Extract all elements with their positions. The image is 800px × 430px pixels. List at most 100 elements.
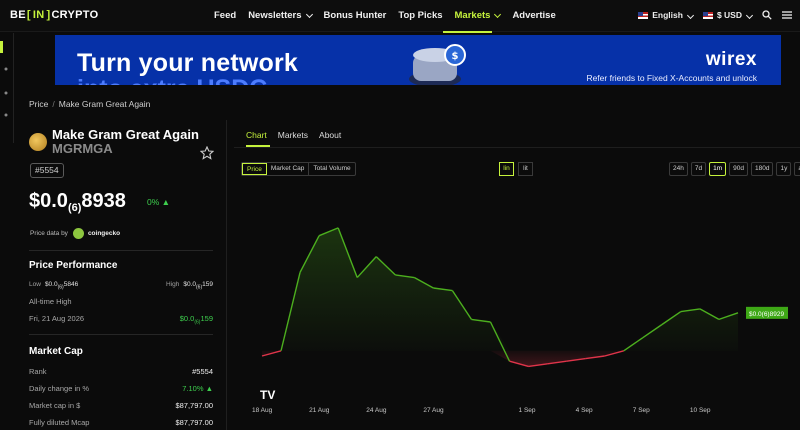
range-all[interactable]: all [794,162,800,176]
x-tick-label: 7 Sep [632,407,650,414]
tab-chart[interactable]: Chart [246,130,267,140]
range-selector: 24h 7d 1m 90d 180d 1y all [669,162,800,176]
area-fill-up [262,227,738,351]
mc-value: $87,797.00 [175,418,213,427]
tab-about[interactable]: About [319,130,341,140]
mc-label: Rank [29,367,47,376]
low-value-main: $0.0 [44,281,58,288]
page: BE [IN] CRYPTO Feed Newsletters Bonus Hu… [0,0,800,430]
breadcrumb-root[interactable]: Price [29,99,48,109]
breadcrumb-current: Make Gram Great Again [58,99,151,109]
mc-value: #5554 [192,367,213,376]
nav-bonus-hunter[interactable]: Bonus Hunter [324,10,387,21]
tool-icons[interactable] [2,63,10,123]
usdc-can-icon: $ [409,44,466,85]
high-value: $0.0(6)159 [183,281,213,290]
ad-banner[interactable]: Turn your network into extra USDC $ wire… [55,35,781,85]
nav-markets[interactable]: Markets [454,10,502,21]
price-chart[interactable]: $0.0(6)8929 [234,180,800,430]
nav-links: Feed Newsletters Bonus Hunter Top Picks … [214,10,568,21]
banner-brand: wirex [705,49,757,70]
star-icon[interactable] [200,146,214,160]
low-label: Low [29,281,41,288]
metric-total-volume[interactable]: Total Volume [309,163,354,175]
nav-advertise[interactable]: Advertise [512,10,555,21]
logo-crypto: CRYPTO [51,9,99,21]
low-value-tail: 5846 [63,281,79,288]
language-label: English [652,10,683,20]
metric-market-cap[interactable]: Market Cap [267,163,310,175]
mc-value: 7.10% ▲ [182,384,213,393]
current-price-label: $0.0(6)8929 [746,306,788,319]
ath-label: All-time High [29,297,72,306]
x-tick-label: 21 Aug [309,407,330,414]
currency-selector[interactable]: $ USD [702,10,754,20]
price-data-by-label: Price data by [30,230,68,237]
scale-toggle: lin lit [499,162,533,176]
nav-top-picks[interactable]: Top Picks [398,10,442,21]
logo-bracket-close: ] [46,9,51,21]
search-icon[interactable] [762,10,772,20]
divider [29,334,213,335]
range-180d[interactable]: 180d [750,162,774,176]
coingecko-icon [72,228,84,239]
range-7d[interactable]: 7d [690,162,707,176]
svg-text:$: $ [452,51,459,62]
ath-value: $0.0(6)159 [180,314,213,326]
chevron-down-icon [494,10,502,18]
range-1y[interactable]: 1y [776,162,792,176]
scale-lin[interactable]: lin [499,162,514,176]
logo[interactable]: BE [IN] CRYPTO [10,9,98,21]
scale-lit[interactable]: lit [518,162,533,176]
metric-price[interactable]: Price [242,163,267,175]
chevron-down-icon [305,10,313,18]
chart-tabs: Chart Markets About [246,130,341,140]
panel-divider [226,120,227,430]
x-tick-label: 27 Aug [423,407,444,414]
source-name[interactable]: coingecko [88,230,120,237]
nav-markets-label: Markets [454,10,491,21]
nav-newsletters-label: Newsletters [248,10,302,21]
ath-value-main: $0.0 [179,314,195,323]
nav-right: English $ USD [638,10,792,20]
coin-logo-icon [29,133,47,151]
strip-marker [0,41,3,53]
range-24h[interactable]: 24h [669,162,688,176]
mc-row-rank: Rank #5554 [29,367,213,376]
chevron-down-icon [686,11,694,20]
range-90d[interactable]: 90d [729,162,748,176]
price-main: $0.0 [29,190,68,212]
banner-headline-2: into extra USDC [77,75,267,85]
x-tick-label: 18 Aug [252,407,273,414]
price-source: Price data by coingecko [30,228,120,239]
x-tick-label: 1 Sep [518,407,536,414]
logo-bracket: [ [26,9,31,21]
area-fill-down [262,350,738,367]
currency-label: $ USD [716,10,742,20]
price-digits: 8938 [81,190,126,212]
ath-value-tail: 159 [200,314,213,323]
mc-label: Fully diluted Mcap [29,418,90,427]
coin-symbol: MGRMGA [52,141,113,156]
language-selector[interactable]: English [638,10,694,20]
mc-label: Market cap in $ [29,401,81,410]
low-value: $0.0(6)5846 [44,281,79,290]
logo-in: IN [32,9,45,21]
chart-series: $0.0(6)8929 [261,227,788,368]
low-high-row: Low $0.0(6)5846 High $0.0(6)159 [29,281,213,290]
range-1m[interactable]: 1m [709,162,727,176]
nav-feed[interactable]: Feed [214,10,236,21]
chevron-down-icon [745,11,754,20]
tab-markets[interactable]: Markets [278,130,308,140]
rank-badge: #5554 [30,163,64,178]
performance-title: Price Performance [29,260,118,271]
us-flag-icon [638,12,649,20]
mc-label: Daily change in % [29,384,90,393]
left-tool-strip [0,33,14,143]
tradingview-logo[interactable]: TV [260,388,275,402]
menu-icon[interactable] [782,10,792,20]
mc-row-market-cap: Market cap in $ $87,797.00 [29,401,213,410]
banner-tagline: Refer friends to Fixed X-Accounts and un… [586,73,757,83]
high-value-tail: 159 [202,281,213,288]
nav-newsletters[interactable]: Newsletters [248,10,313,21]
